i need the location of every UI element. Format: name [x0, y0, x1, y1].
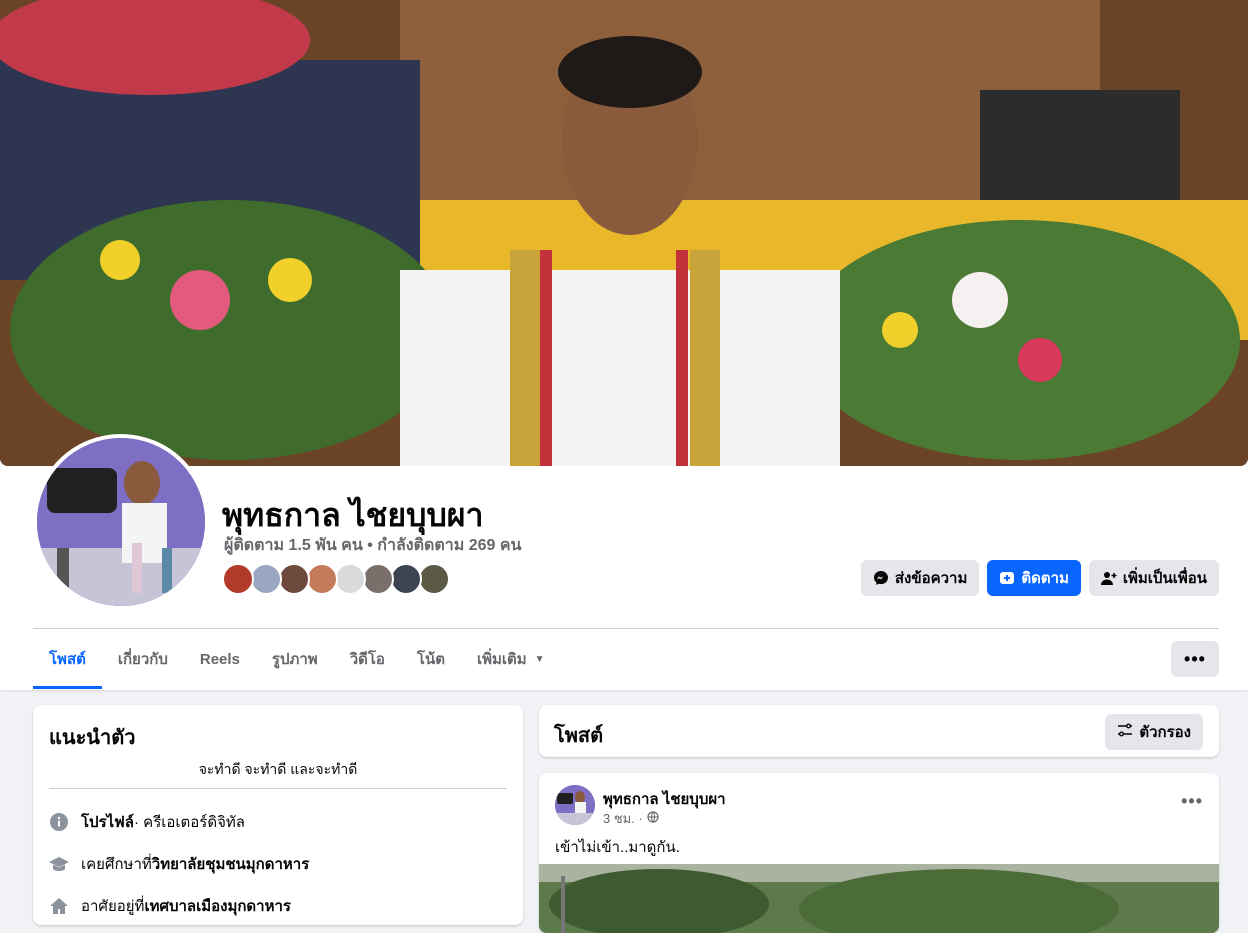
post-text: เข้าไม่เข้า..มาดูกัน.	[555, 839, 680, 856]
avatar-image	[37, 438, 205, 606]
filter-icon	[1117, 722, 1133, 742]
mutual-friends-avatars[interactable]	[222, 563, 450, 597]
intro-title: แนะนำตัว	[49, 727, 136, 749]
tab-label: โน้ต	[416, 651, 445, 668]
post-image-content	[539, 864, 1219, 933]
mutual-friend-avatar[interactable]	[250, 563, 282, 595]
message-button-label: ส่งข้อความ	[894, 570, 968, 587]
tab-label: รูปภาพ	[271, 651, 318, 668]
add-friend-icon	[1100, 570, 1117, 586]
tab-label: เกี่ยวกับ	[117, 651, 168, 668]
add-friend-button-label: เพิ่มเป็นเพื่อน	[1122, 570, 1207, 587]
posts-title: โพสต์	[554, 725, 604, 747]
cover-photo[interactable]	[0, 0, 1248, 466]
post-time[interactable]: 3 ชม. ·	[603, 808, 643, 829]
caret-down-icon: ▼	[534, 653, 545, 665]
intro-education-row: เคยศึกษาที่ วิทยาลัยชุมชนมุกดาหาร	[49, 852, 309, 876]
mutual-friend-avatar[interactable]	[278, 563, 310, 595]
mutual-friend-avatar[interactable]	[362, 563, 394, 595]
mutual-friend-avatar[interactable]	[222, 563, 254, 595]
ellipsis-icon: •••	[1184, 648, 1206, 669]
tab-label: วิดีโอ	[349, 651, 385, 668]
followers-count[interactable]: ผู้ติดตาม 1.5 พัน คน • กำลังติดตาม 269 ค…	[224, 533, 522, 558]
messenger-icon	[873, 570, 889, 586]
follow-button[interactable]: ติดตาม	[987, 560, 1081, 596]
tab-label: Reels	[199, 650, 240, 668]
mutual-friend-avatar[interactable]	[418, 563, 450, 595]
info-icon	[49, 812, 69, 832]
tab-more[interactable]: เพิ่มเติม ▼	[461, 629, 561, 689]
add-friend-button[interactable]: เพิ่มเป็นเพื่อน	[1088, 560, 1219, 596]
profile-header-card: พุทธกาล ไชยบุบผา ผู้ติดตาม 1.5 พัน คน • …	[0, 0, 1248, 690]
intro-divider	[49, 788, 507, 789]
follow-icon	[999, 570, 1015, 586]
filter-button-label: ตัวกรอง	[1139, 724, 1191, 741]
post-author-avatar[interactable]	[555, 785, 595, 825]
profile-tabs: โพสต์ เกี่ยวกับ Reels รูปภาพ วิดีโอ โน้ต…	[33, 629, 561, 689]
filter-button[interactable]: ตัวกรอง	[1105, 714, 1203, 750]
post-options-button[interactable]: •••	[1181, 791, 1203, 812]
tab-notes[interactable]: โน้ต	[401, 629, 461, 689]
post-image[interactable]	[539, 864, 1219, 933]
intro-education-value[interactable]: วิทยาลัยชุมชนมุกดาหาร	[152, 852, 310, 876]
follow-button-label: ติดตาม	[1021, 570, 1069, 587]
ellipsis-icon: •••	[1181, 791, 1203, 811]
globe-icon	[647, 811, 659, 826]
intro-profile-value: · ครีเอเตอร์ดิจิทัล	[134, 814, 245, 831]
graduation-cap-icon	[49, 854, 69, 874]
message-button[interactable]: ส่งข้อความ	[860, 560, 980, 596]
intro-education-prefix: เคยศึกษาที่	[81, 856, 152, 873]
intro-lives-prefix: อาศัยอยู่ที่	[81, 898, 145, 915]
posts-header-card: โพสต์ ตัวกรอง	[539, 705, 1219, 757]
intro-profile-label: โปรไฟล์	[81, 814, 134, 831]
tab-label: โพสต์	[49, 651, 86, 668]
intro-card: แนะนำตัว จะทำดี จะทำดี และจะทำดี โปรไฟล์…	[33, 705, 523, 925]
tab-photos[interactable]: รูปภาพ	[256, 629, 334, 689]
mutual-friend-avatar[interactable]	[306, 563, 338, 595]
intro-bio: จะทำดี จะทำดี และจะทำดี	[198, 761, 358, 777]
mutual-friend-avatar[interactable]	[334, 563, 366, 595]
intro-lives-value[interactable]: เทศบาลเมืองมุกดาหาร	[144, 894, 291, 918]
intro-lives-row: อาศัยอยู่ที่ เทศบาลเมืองมุกดาหาร	[49, 894, 291, 918]
tab-videos[interactable]: วิดีโอ	[334, 629, 401, 689]
tab-about[interactable]: เกี่ยวกับ	[102, 629, 184, 689]
post-card: พุทธกาล ไชยบุบผา 3 ชม. · ••• เข้าไม่เข้า…	[539, 773, 1219, 933]
home-icon	[49, 896, 69, 916]
profile-avatar[interactable]	[33, 434, 209, 610]
profile-actions: ส่งข้อความ ติดตาม เพิ่มเป็นเพื่อน	[860, 560, 1219, 596]
tab-label: เพิ่มเติม	[476, 651, 527, 668]
mutual-friend-avatar[interactable]	[390, 563, 422, 595]
tab-posts[interactable]: โพสต์	[33, 629, 102, 689]
post-meta: 3 ชม. ·	[603, 808, 659, 829]
more-options-button[interactable]: •••	[1171, 641, 1219, 677]
cover-image	[0, 0, 1248, 466]
intro-profile-row: โปรไฟล์ · ครีเอเตอร์ดิจิทัล	[49, 810, 245, 834]
tab-reels[interactable]: Reels	[184, 629, 256, 689]
